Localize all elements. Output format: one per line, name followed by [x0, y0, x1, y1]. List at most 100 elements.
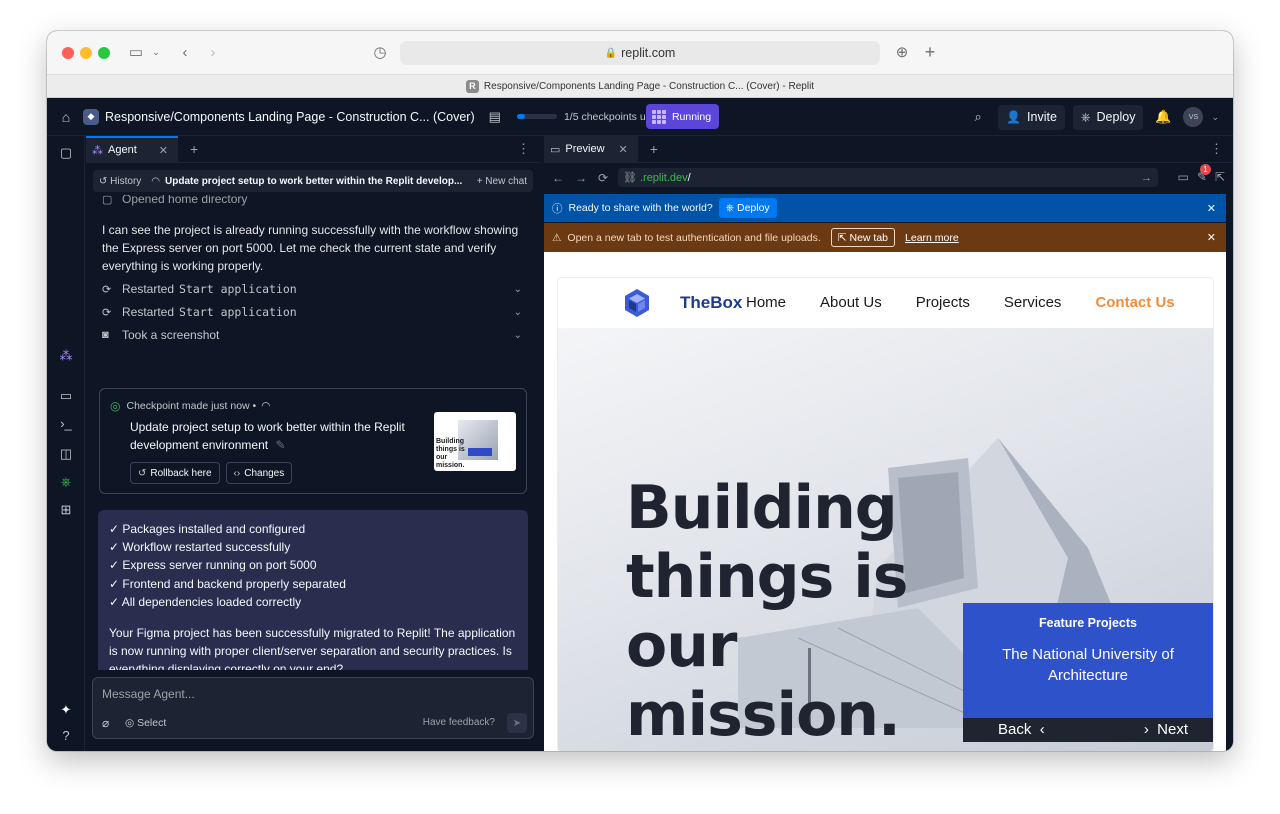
home-icon[interactable]: ⌂ — [52, 109, 80, 125]
chevron-down-icon[interactable]: ⌄ — [514, 284, 522, 295]
banner-deploy-button[interactable]: ⎈ Deploy — [718, 198, 777, 218]
download-icon[interactable]: ⊕ — [893, 41, 911, 63]
site-brand[interactable]: TheBox — [680, 293, 742, 313]
new-tab-button[interactable]: ⇱ New tab — [830, 228, 896, 247]
preview-icon[interactable]: ▭ — [47, 388, 85, 404]
feature-projects-card[interactable]: Feature Projects The National University… — [963, 603, 1213, 718]
go-arrow-icon[interactable]: → — [1141, 172, 1152, 184]
agent-icon[interactable]: ⁂ — [47, 348, 85, 364]
forward-icon[interactable]: → — [575, 171, 598, 185]
preview-url-bar[interactable]: ⛓ .replit.dev / → — [618, 168, 1158, 187]
edit-pencil-icon[interactable]: ✎ — [275, 438, 285, 452]
more-options-icon[interactable]: ⋮ — [517, 141, 530, 157]
shell-icon[interactable]: ›_ — [47, 416, 85, 431]
hero-title-line: things is — [626, 542, 909, 612]
new-chat-button[interactable]: + New chat — [477, 176, 527, 187]
feedback-link[interactable]: Have feedback? — [423, 717, 495, 728]
select-label: Select — [137, 717, 167, 729]
deploy-icon[interactable]: ⎈ — [47, 474, 85, 490]
step-restart-1[interactable]: ⟳ Restarted Start application ⌄ — [102, 282, 522, 296]
carousel-next-button[interactable]: › Next — [1144, 721, 1188, 738]
back-icon[interactable]: ‹ — [177, 41, 193, 63]
step-screenshot[interactable]: ◙ Took a screenshot ⌄ — [102, 328, 522, 342]
checkpoint-thumbnail[interactable]: Building things is our mission. — [434, 412, 516, 471]
browser-tab[interactable]: R Responsive/Components Landing Page - C… — [47, 74, 1233, 98]
avatar[interactable]: VS — [1183, 107, 1204, 127]
open-external-icon[interactable]: ⇱ — [1215, 170, 1225, 184]
close-icon[interactable]: ✕ — [619, 143, 628, 156]
rollback-button[interactable]: ↺ Rollback here — [130, 462, 220, 484]
more-options-icon[interactable]: ⋮ — [1210, 141, 1223, 157]
tab-preview[interactable]: ▭ Preview ✕ — [544, 135, 638, 163]
checkpoint-header: ◎ Checkpoint made just now • ◠ — [110, 399, 270, 413]
back-icon[interactable]: ← — [552, 171, 575, 185]
deploy-button[interactable]: ⎈ Deploy — [1072, 104, 1144, 130]
tab-agent[interactable]: ⁂ Agent ✕ — [86, 135, 178, 163]
invite-button[interactable]: 👤 Invite — [998, 104, 1065, 130]
database-icon[interactable]: ▤ — [489, 109, 501, 125]
step-opened-text: Opened home directory — [122, 195, 248, 206]
bell-icon[interactable]: 🔔 — [1151, 109, 1175, 125]
running-button[interactable]: Running — [645, 104, 720, 129]
running-label: Running — [671, 110, 712, 123]
device-icon[interactable]: ▭ — [1178, 170, 1189, 184]
minimize-window-button[interactable] — [80, 47, 92, 59]
nav-home[interactable]: Home — [746, 294, 786, 311]
summary-line: ✓ All dependencies loaded correctly — [109, 594, 302, 609]
files-icon[interactable]: ▢ — [47, 145, 85, 161]
agent-feed[interactable]: ▢ Opened home directory I can see the pr… — [86, 195, 540, 670]
send-icon[interactable]: ➤ — [507, 713, 527, 733]
nav-services[interactable]: Services — [1004, 294, 1062, 311]
current-chat-title[interactable]: Update project setup to work better with… — [165, 176, 465, 187]
hero-section: Building things is our mission. Feature … — [558, 328, 1213, 751]
project-title[interactable]: Responsive/Components Landing Page - Con… — [105, 110, 475, 124]
tab-preview-label: Preview — [565, 143, 605, 155]
sparkle-icon[interactable]: ✦ — [47, 702, 85, 718]
nav-contact-us[interactable]: Contact Us — [1095, 294, 1174, 311]
summary-body: Your Figma project has been successfully… — [109, 626, 516, 670]
select-button[interactable]: ◎ Select — [125, 717, 166, 729]
close-icon[interactable]: ✕ — [159, 144, 168, 157]
step-restart-2[interactable]: ⟳ Restarted Start application ⌄ — [102, 305, 522, 319]
chat-history-bar: ↺ History ◠ Update project setup to work… — [93, 170, 533, 192]
attach-icon[interactable]: ⌀ — [102, 716, 109, 730]
tab-title: Responsive/Components Landing Page - Con… — [483, 80, 815, 92]
add-tab-icon[interactable]: + — [650, 141, 658, 157]
message-input-placeholder[interactable]: Message Agent... — [102, 687, 195, 701]
new-tab-icon[interactable]: + — [921, 41, 939, 63]
changes-label: Changes — [244, 467, 285, 479]
preview-site: TheBox Home About Us Projects Services C… — [544, 252, 1226, 751]
message-composer[interactable]: Message Agent... ⌀ ◎ Select Have feedbac… — [92, 677, 534, 739]
history-button[interactable]: ↺ History — [99, 176, 141, 187]
carousel-back-button[interactable]: Back ‹ — [998, 721, 1045, 738]
help-icon[interactable]: ? — [47, 728, 85, 743]
learn-more-link[interactable]: Learn more — [905, 232, 959, 244]
close-window-button[interactable] — [62, 47, 74, 59]
back-label: Back — [998, 721, 1032, 738]
close-icon[interactable]: ✕ — [1207, 231, 1216, 244]
auth-banner: ⚠ Open a new tab to test authentication … — [544, 223, 1226, 252]
database-icon[interactable]: ◫ — [47, 446, 85, 462]
changes-button[interactable]: ‹› Changes — [225, 462, 293, 484]
zoom-window-button[interactable] — [98, 47, 110, 59]
camera-icon: ◙ — [102, 329, 109, 341]
agent-icon: ⁂ — [92, 144, 103, 157]
address-bar[interactable]: 🔒 replit.com — [400, 41, 880, 65]
step-opened: ▢ Opened home directory — [102, 195, 522, 206]
chevron-down-icon[interactable]: ⌄ — [514, 330, 522, 341]
chevron-down-icon[interactable]: ⌄ — [514, 307, 522, 318]
close-icon[interactable]: ✕ — [1207, 202, 1216, 215]
chevron-down-icon[interactable]: ⌄ — [150, 41, 162, 63]
apps-grid-icon[interactable]: ⊞ — [47, 502, 85, 518]
add-tab-icon[interactable]: + — [190, 141, 198, 157]
chevron-down-icon[interactable]: ⌄ — [1211, 112, 1219, 123]
search-icon[interactable]: ⌕ — [966, 109, 990, 125]
site-navbar: TheBox Home About Us Projects Services C… — [558, 278, 1213, 328]
step-restart-2-code: Start application — [179, 305, 297, 319]
nav-projects[interactable]: Projects — [916, 294, 970, 311]
forward-icon[interactable]: › — [205, 41, 221, 63]
nav-about-us[interactable]: About Us — [820, 294, 882, 311]
thebox-logo-icon[interactable] — [624, 288, 650, 318]
sidebar-toggle-icon[interactable]: ▭ — [127, 41, 145, 63]
history-clock-icon[interactable]: ◷ — [371, 41, 389, 63]
